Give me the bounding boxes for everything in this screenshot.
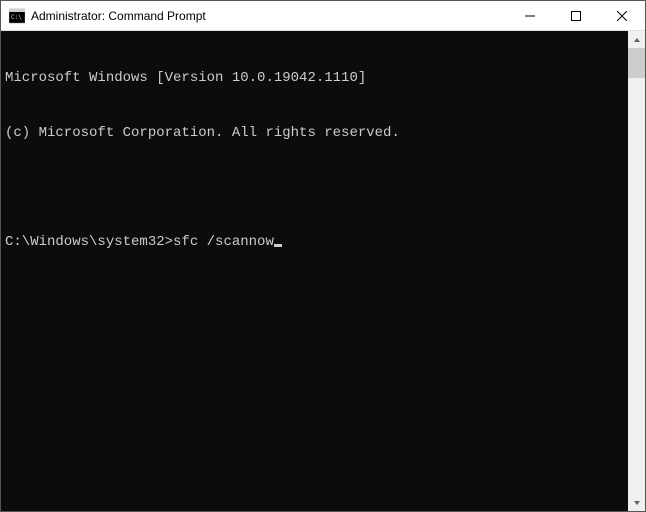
titlebar[interactable]: C:\ Administrator: Command Prompt xyxy=(1,1,645,31)
terminal-content[interactable]: Microsoft Windows [Version 10.0.19042.11… xyxy=(1,31,628,511)
cmd-icon: C:\ xyxy=(9,8,25,24)
scroll-up-arrow[interactable] xyxy=(628,31,645,48)
prompt-text: C:\Windows\system32> xyxy=(5,233,173,251)
window-controls xyxy=(507,1,645,30)
svg-text:C:\: C:\ xyxy=(11,14,22,21)
vertical-scrollbar[interactable] xyxy=(628,31,645,511)
command-prompt-window: C:\ Administrator: Command Prompt Micros… xyxy=(0,0,646,512)
blank-line xyxy=(5,179,624,197)
terminal-area: Microsoft Windows [Version 10.0.19042.11… xyxy=(1,31,645,511)
cursor xyxy=(274,244,282,247)
command-input[interactable]: sfc /scannow xyxy=(173,233,274,251)
close-button[interactable] xyxy=(599,1,645,30)
prompt-line: C:\Windows\system32>sfc /scannow xyxy=(5,233,624,251)
minimize-button[interactable] xyxy=(507,1,553,30)
window-title: Administrator: Command Prompt xyxy=(31,9,507,23)
version-line: Microsoft Windows [Version 10.0.19042.11… xyxy=(5,69,624,87)
copyright-line: (c) Microsoft Corporation. All rights re… xyxy=(5,124,624,142)
scroll-down-arrow[interactable] xyxy=(628,494,645,511)
scrollbar-track[interactable] xyxy=(628,48,645,494)
scrollbar-thumb[interactable] xyxy=(628,48,645,78)
maximize-button[interactable] xyxy=(553,1,599,30)
